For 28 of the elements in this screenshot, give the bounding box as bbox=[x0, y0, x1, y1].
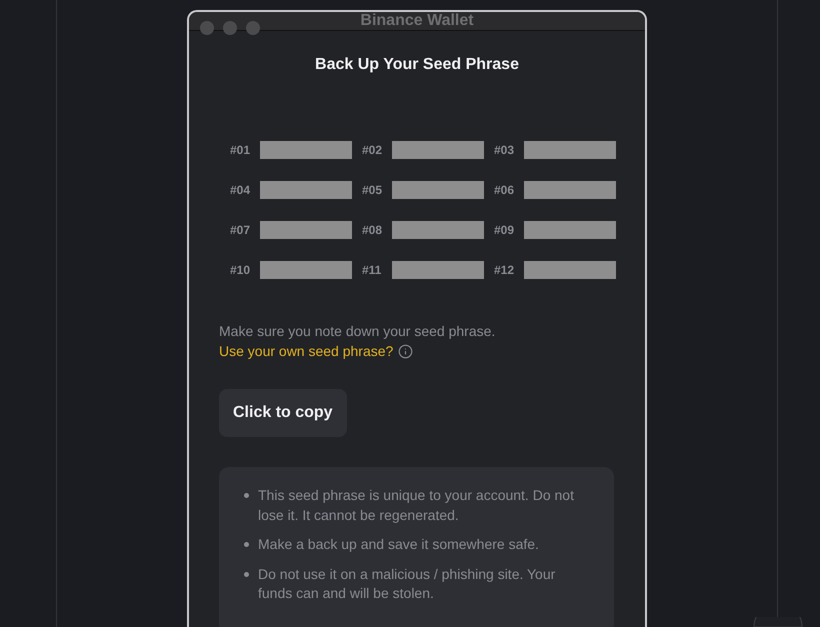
warning-text: Make a back up and save it somewhere safe. bbox=[258, 535, 539, 554]
page-heading: Back Up Your Seed Phrase bbox=[315, 55, 519, 75]
round-button[interactable] bbox=[753, 617, 803, 627]
word-number: #11 bbox=[362, 262, 382, 279]
bullet-icon bbox=[244, 572, 249, 576]
own-seed-phrase-link[interactable]: Use your own seed phrase? bbox=[219, 341, 394, 361]
copy-button[interactable]: Click to copy bbox=[219, 389, 347, 437]
word-number: #09 bbox=[494, 222, 516, 239]
info-icon[interactable] bbox=[398, 344, 414, 358]
backup-note: Make sure you note down your seed phrase. bbox=[219, 322, 496, 341]
window-close-icon[interactable] bbox=[200, 21, 214, 35]
warning-text: Do not use it on a malicious / phishing site. Your funds can and will be stolen. bbox=[258, 564, 556, 603]
bullet-icon bbox=[244, 493, 249, 498]
word-number: #02 bbox=[362, 142, 384, 159]
word-number: #03 bbox=[494, 142, 516, 159]
word-number: #04 bbox=[230, 182, 252, 199]
window-title: Binance Wallet bbox=[360, 12, 474, 30]
word-number: #01 bbox=[230, 142, 252, 159]
word-number: #12 bbox=[494, 262, 516, 279]
window-minimize-icon[interactable] bbox=[223, 21, 237, 35]
word-number: #06 bbox=[494, 182, 516, 199]
word-number: #10 bbox=[230, 262, 252, 279]
window-zoom-icon[interactable] bbox=[246, 21, 260, 35]
word-number: #07 bbox=[230, 222, 252, 239]
warning-text: This seed phrase is unique to your account. Do not lose it. It cannot be regenerated. bbox=[258, 486, 575, 525]
word-number: #05 bbox=[362, 182, 384, 199]
word-number: #08 bbox=[362, 222, 384, 239]
bullet-icon bbox=[244, 542, 249, 547]
